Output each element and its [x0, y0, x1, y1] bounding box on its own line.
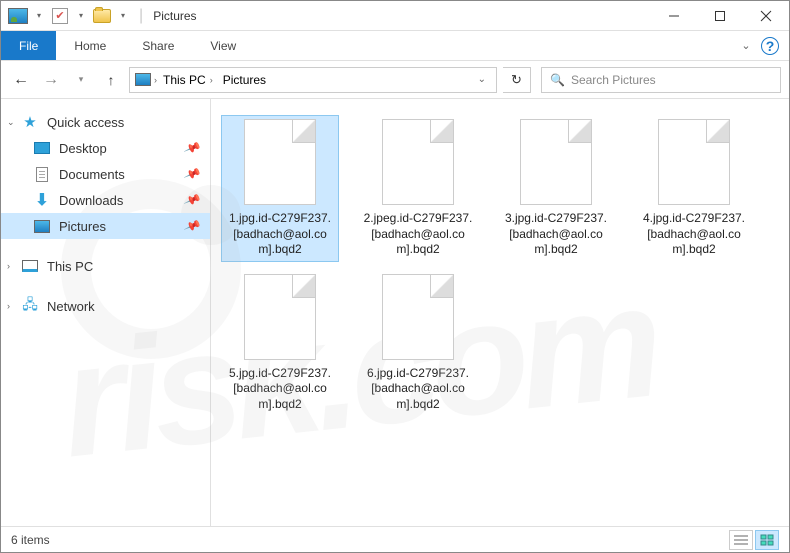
details-icon: [734, 534, 748, 546]
window-controls: [651, 1, 789, 31]
tab-file[interactable]: File: [1, 31, 56, 60]
tab-home[interactable]: Home: [56, 31, 124, 60]
address-icon: [134, 72, 152, 88]
qat-properties-icon[interactable]: ✔: [49, 5, 71, 27]
file-item[interactable]: 4.jpg.id-C279F237.[badhach@aol.com].bqd2: [635, 115, 753, 262]
sidebar-item-pictures[interactable]: Pictures 📌: [1, 213, 210, 239]
chevron-right-icon[interactable]: ›: [7, 301, 10, 311]
minimize-icon: [668, 10, 680, 22]
close-button[interactable]: [743, 1, 789, 31]
sidebar-item-label: Downloads: [59, 193, 123, 208]
window-title: Pictures: [153, 9, 196, 23]
app-icon[interactable]: [7, 5, 29, 27]
chevron-down-icon[interactable]: ⌄: [7, 117, 15, 128]
file-name: 4.jpg.id-C279F237.[badhach@aol.com].bqd2: [639, 211, 749, 258]
sidebar-item-label: Documents: [59, 167, 125, 182]
file-item[interactable]: 1.jpg.id-C279F237.[badhach@aol.com].bqd2: [221, 115, 339, 262]
search-icon: 🔍: [550, 73, 565, 87]
download-icon: ⬇: [33, 192, 51, 208]
sidebar-item-label: Network: [47, 299, 95, 314]
sidebar-item-documents[interactable]: Documents 📌: [1, 161, 210, 187]
qat-app-dropdown-icon[interactable]: ▾: [37, 11, 41, 20]
breadcrumb-this-pc[interactable]: This PC ›: [159, 73, 217, 87]
chevron-right-icon[interactable]: ›: [154, 75, 157, 85]
pc-icon: [21, 258, 39, 274]
body: risk.com ⌄ ★ Quick access Desktop 📌 Docu…: [1, 99, 789, 526]
recent-locations-button[interactable]: ▾: [69, 68, 93, 92]
sidebar-this-pc[interactable]: › This PC: [1, 253, 210, 279]
tab-view[interactable]: View: [192, 31, 254, 60]
file-item[interactable]: 2.jpeg.id-C279F237.[badhach@aol.com].bqd…: [359, 115, 477, 262]
view-switcher: [729, 530, 779, 550]
forward-button[interactable]: →: [39, 68, 63, 92]
pin-icon: 📌: [183, 139, 202, 157]
tab-share[interactable]: Share: [124, 31, 192, 60]
file-icon: [244, 274, 316, 360]
pin-icon: 📌: [183, 165, 202, 183]
chevron-right-icon[interactable]: ›: [7, 261, 10, 271]
file-item[interactable]: 6.jpg.id-C279F237.[badhach@aol.com].bqd2: [359, 270, 477, 417]
qat-customize-dropdown-icon[interactable]: ▾: [79, 11, 83, 20]
address-bar[interactable]: › This PC › Pictures ⌄: [129, 67, 497, 93]
view-details-button[interactable]: [729, 530, 753, 550]
pin-icon: 📌: [183, 217, 202, 235]
search-input[interactable]: 🔍 Search Pictures: [541, 67, 781, 93]
sidebar-item-desktop[interactable]: Desktop 📌: [1, 135, 210, 161]
title-separator: |: [139, 7, 143, 25]
network-icon: 🖧: [21, 298, 39, 314]
minimize-button[interactable]: [651, 1, 697, 31]
file-name: 1.jpg.id-C279F237.[badhach@aol.com].bqd2: [225, 211, 335, 258]
breadcrumb-label: This PC: [163, 73, 206, 87]
sidebar-item-label: Quick access: [47, 115, 124, 130]
statusbar: 6 items: [1, 526, 789, 552]
close-icon: [760, 10, 772, 22]
pin-icon: 📌: [183, 191, 202, 209]
ribbon: File Home Share View ⌄ ?: [1, 31, 789, 61]
back-button[interactable]: ←: [9, 68, 33, 92]
sidebar-item-downloads[interactable]: ⬇ Downloads 📌: [1, 187, 210, 213]
file-icon: [244, 119, 316, 205]
explorer-window: ▾ ✔ ▾ ▾ | Pictures File Home Share View …: [0, 0, 790, 553]
titlebar: ▾ ✔ ▾ ▾ | Pictures: [1, 1, 789, 31]
up-button[interactable]: ↑: [99, 68, 123, 92]
refresh-button[interactable]: ↻: [503, 67, 531, 93]
breadcrumb-pictures[interactable]: Pictures: [219, 73, 270, 87]
file-name: 6.jpg.id-C279F237.[badhach@aol.com].bqd2: [363, 366, 473, 413]
sidebar-quick-access[interactable]: ⌄ ★ Quick access: [1, 109, 210, 135]
search-placeholder: Search Pictures: [571, 73, 656, 87]
file-grid[interactable]: 1.jpg.id-C279F237.[badhach@aol.com].bqd2…: [211, 99, 789, 526]
ribbon-expand-button[interactable]: ⌄: [731, 31, 761, 60]
file-name: 5.jpg.id-C279F237.[badhach@aol.com].bqd2: [225, 366, 335, 413]
chevron-right-icon[interactable]: ›: [210, 75, 213, 85]
maximize-icon: [714, 10, 726, 22]
maximize-button[interactable]: [697, 1, 743, 31]
qat-dropdown-icon[interactable]: ▾: [121, 11, 125, 20]
help-button[interactable]: ?: [761, 37, 779, 55]
quick-access-toolbar: ▾ ✔ ▾ ▾ | Pictures: [1, 5, 197, 27]
sidebar-network[interactable]: › 🖧 Network: [1, 293, 210, 319]
thumbnails-icon: [760, 534, 774, 546]
navbar: ← → ▾ ↑ › This PC › Pictures ⌄ ↻ 🔍 Search…: [1, 61, 789, 99]
sidebar: ⌄ ★ Quick access Desktop 📌 Documents 📌 ⬇…: [1, 99, 211, 526]
file-item[interactable]: 3.jpg.id-C279F237.[badhach@aol.com].bqd2: [497, 115, 615, 262]
status-count: 6 items: [11, 533, 50, 547]
document-icon: [33, 166, 51, 182]
sidebar-item-label: Desktop: [59, 141, 107, 156]
star-icon: ★: [21, 114, 39, 130]
view-thumbnails-button[interactable]: [755, 530, 779, 550]
sidebar-item-label: Pictures: [59, 219, 106, 234]
file-icon: [658, 119, 730, 205]
pictures-icon: [33, 218, 51, 234]
file-name: 2.jpeg.id-C279F237.[badhach@aol.com].bqd…: [363, 211, 473, 258]
file-name: 3.jpg.id-C279F237.[badhach@aol.com].bqd2: [501, 211, 611, 258]
sidebar-item-label: This PC: [47, 259, 93, 274]
file-icon: [382, 119, 454, 205]
desktop-icon: [33, 140, 51, 156]
file-item[interactable]: 5.jpg.id-C279F237.[badhach@aol.com].bqd2: [221, 270, 339, 417]
breadcrumb-label: Pictures: [223, 73, 266, 87]
qat-folder-icon[interactable]: [91, 5, 113, 27]
file-icon: [520, 119, 592, 205]
address-dropdown-icon[interactable]: ⌄: [472, 74, 492, 85]
file-icon: [382, 274, 454, 360]
